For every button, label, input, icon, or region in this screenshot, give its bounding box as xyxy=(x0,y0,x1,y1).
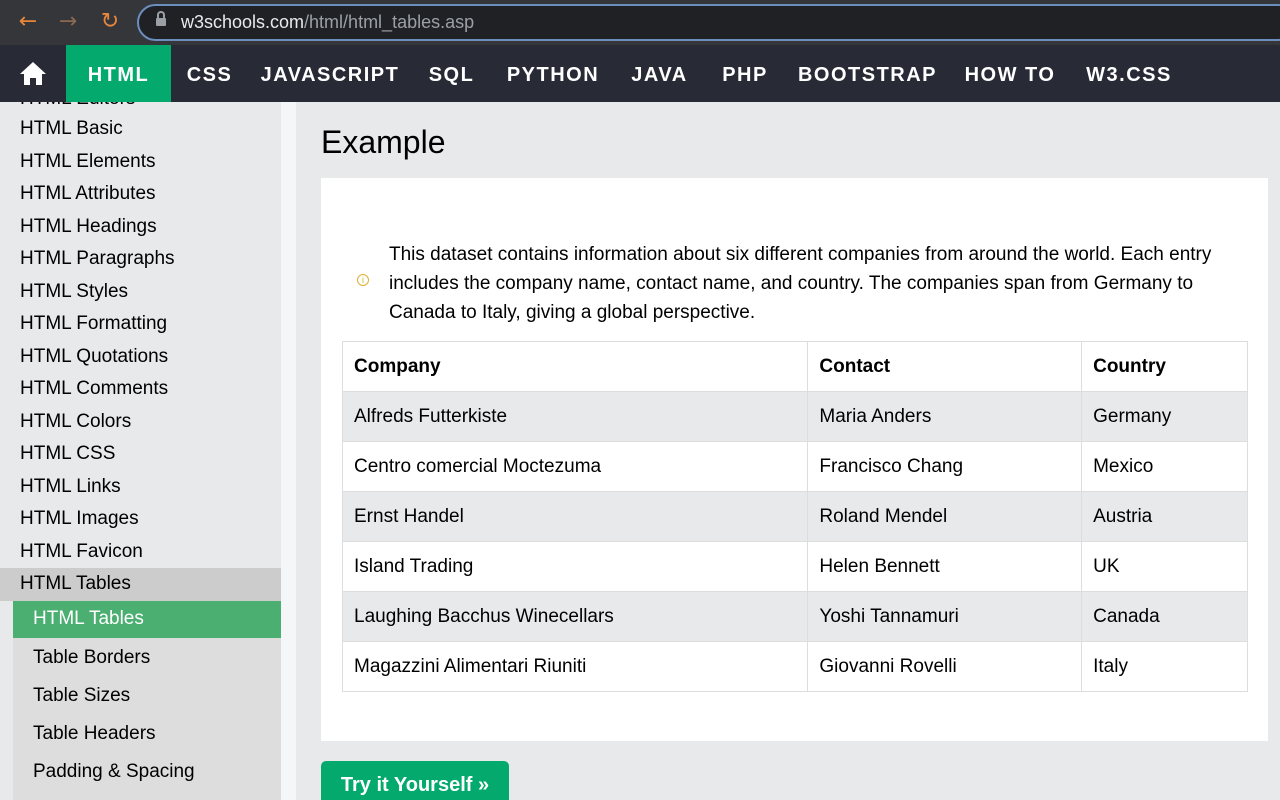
sidebar-item-html-elements[interactable]: HTML Elements xyxy=(20,151,156,173)
topnav-sql[interactable]: SQL xyxy=(412,45,491,102)
main-content: Example i This dataset contains informat… xyxy=(296,102,1280,800)
cell-company: Ernst Handel xyxy=(341,491,809,542)
sidebar-item-html-quotations[interactable]: HTML Quotations xyxy=(20,346,168,368)
sidebar-item-html-basic[interactable]: HTML Basic xyxy=(20,118,123,140)
sidebar-subitem-table-headers[interactable]: Table Headers xyxy=(33,723,156,745)
address-bar[interactable]: w3schools.com/html/html_tables.asp xyxy=(137,4,1280,41)
topnav-html[interactable]: HTML xyxy=(66,45,171,102)
cell-contact: Maria Anders xyxy=(807,391,1083,442)
topnav-how-to[interactable]: HOW TO xyxy=(949,45,1071,102)
table-row: Ernst Handel Roland Mendel Austria xyxy=(341,491,1248,542)
table-row: Centro comercial Moctezuma Francisco Cha… xyxy=(341,441,1248,492)
sidebar-item-html-editors[interactable]: HTML Editors xyxy=(20,102,135,110)
sidebar-item-html-styles[interactable]: HTML Styles xyxy=(20,281,128,303)
sidebar-subitem-table-borders[interactable]: Table Borders xyxy=(33,647,150,669)
topnav-bootstrap[interactable]: BOOTSTRAP xyxy=(786,45,949,102)
cell-company: Magazzini Alimentari Riuniti xyxy=(341,641,809,692)
url-host: w3schools.com xyxy=(181,12,305,32)
example-heading: Example xyxy=(321,124,446,160)
back-arrow-icon[interactable]: ← xyxy=(16,10,40,34)
cell-contact: Giovanni Rovelli xyxy=(807,641,1083,692)
cell-country: Germany xyxy=(1081,391,1248,442)
sidebar-item-html-formatting[interactable]: HTML Formatting xyxy=(20,313,167,335)
sidebar-item-html-headings[interactable]: HTML Headings xyxy=(20,216,157,238)
cell-company: Laughing Bacchus Winecellars xyxy=(341,591,809,642)
cell-country: Austria xyxy=(1081,491,1248,542)
table-row: Laughing Bacchus Winecellars Yoshi Tanna… xyxy=(341,591,1248,642)
sidebar-item-html-favicon[interactable]: HTML Favicon xyxy=(20,541,143,563)
cell-company: Alfreds Futterkiste xyxy=(341,391,809,442)
example-box: i This dataset contains information abou… xyxy=(321,178,1268,741)
browser-toolbar: ← → ↻ w3schools.com/html/html_tables.asp xyxy=(0,0,1280,45)
topnav-java[interactable]: JAVA xyxy=(615,45,704,102)
sidebar-item-html-links[interactable]: HTML Links xyxy=(20,476,121,498)
sidebar-subitem-html-tables[interactable]: HTML Tables xyxy=(33,608,144,630)
sidebar-section-label: HTML Tables xyxy=(20,573,131,594)
try-it-yourself-button[interactable]: Try it Yourself » xyxy=(321,761,509,800)
sidebar-item-html-comments[interactable]: HTML Comments xyxy=(20,378,168,400)
topnav-php[interactable]: PHP xyxy=(704,45,786,102)
table-row: Island Trading Helen Bennett UK xyxy=(341,541,1248,592)
table-row: Alfreds Futterkiste Maria Anders Germany xyxy=(341,391,1248,442)
cell-country: UK xyxy=(1081,541,1248,592)
header-contact: Contact xyxy=(807,341,1083,392)
table-row: Magazzini Alimentari Riuniti Giovanni Ro… xyxy=(341,641,1248,692)
sidebar-item-html-paragraphs[interactable]: HTML Paragraphs xyxy=(20,248,175,270)
top-navigation: HTML CSS JAVASCRIPT SQL PYTHON JAVA PHP … xyxy=(0,45,1280,102)
cell-contact: Francisco Chang xyxy=(807,441,1083,492)
home-icon xyxy=(20,62,46,85)
topnav-javascript[interactable]: JAVASCRIPT xyxy=(248,45,412,102)
header-country: Country xyxy=(1081,341,1248,392)
home-button[interactable] xyxy=(0,45,66,102)
sidebar: HTML Editors HTML Basic HTML Elements HT… xyxy=(0,102,281,800)
forward-arrow-icon[interactable]: → xyxy=(56,10,80,34)
topnav-css[interactable]: CSS xyxy=(171,45,248,102)
cell-company: Centro comercial Moctezuma xyxy=(341,441,809,492)
sidebar-subitem-padding-spacing[interactable]: Padding & Spacing xyxy=(33,761,195,783)
table-header-row: Company Contact Country xyxy=(341,341,1248,392)
cell-country: Italy xyxy=(1081,641,1248,692)
companies-table: Company Contact Country Alfreds Futterki… xyxy=(341,341,1248,692)
sidebar-item-html-css[interactable]: HTML CSS xyxy=(20,443,115,465)
sidebar-section-html-tables[interactable]: HTML Tables xyxy=(0,568,281,601)
sidebar-item-html-images[interactable]: HTML Images xyxy=(20,508,139,530)
sidebar-subitem-table-sizes[interactable]: Table Sizes xyxy=(33,685,130,707)
cell-country: Mexico xyxy=(1081,441,1248,492)
lock-icon[interactable] xyxy=(156,11,166,28)
cell-contact: Roland Mendel xyxy=(807,491,1083,542)
cell-company: Island Trading xyxy=(341,541,809,592)
dataset-description: This dataset contains information about … xyxy=(389,244,1212,323)
sidebar-item-html-attributes[interactable]: HTML Attributes xyxy=(20,183,156,205)
sidebar-scroll-gutter xyxy=(281,102,296,800)
url-path: /html/html_tables.asp xyxy=(304,12,475,32)
info-icon: i xyxy=(357,274,369,286)
sidebar-item-html-colors[interactable]: HTML Colors xyxy=(20,411,131,433)
topnav-python[interactable]: PYTHON xyxy=(491,45,615,102)
url-text: w3schools.com/html/html_tables.asp xyxy=(181,12,474,33)
cell-contact: Helen Bennett xyxy=(807,541,1083,592)
cell-country: Canada xyxy=(1081,591,1248,642)
topnav-w3css[interactable]: W3.CSS xyxy=(1071,45,1187,102)
cell-contact: Yoshi Tannamuri xyxy=(807,591,1083,642)
header-company: Company xyxy=(341,341,809,392)
reload-icon[interactable]: ↻ xyxy=(98,10,122,34)
